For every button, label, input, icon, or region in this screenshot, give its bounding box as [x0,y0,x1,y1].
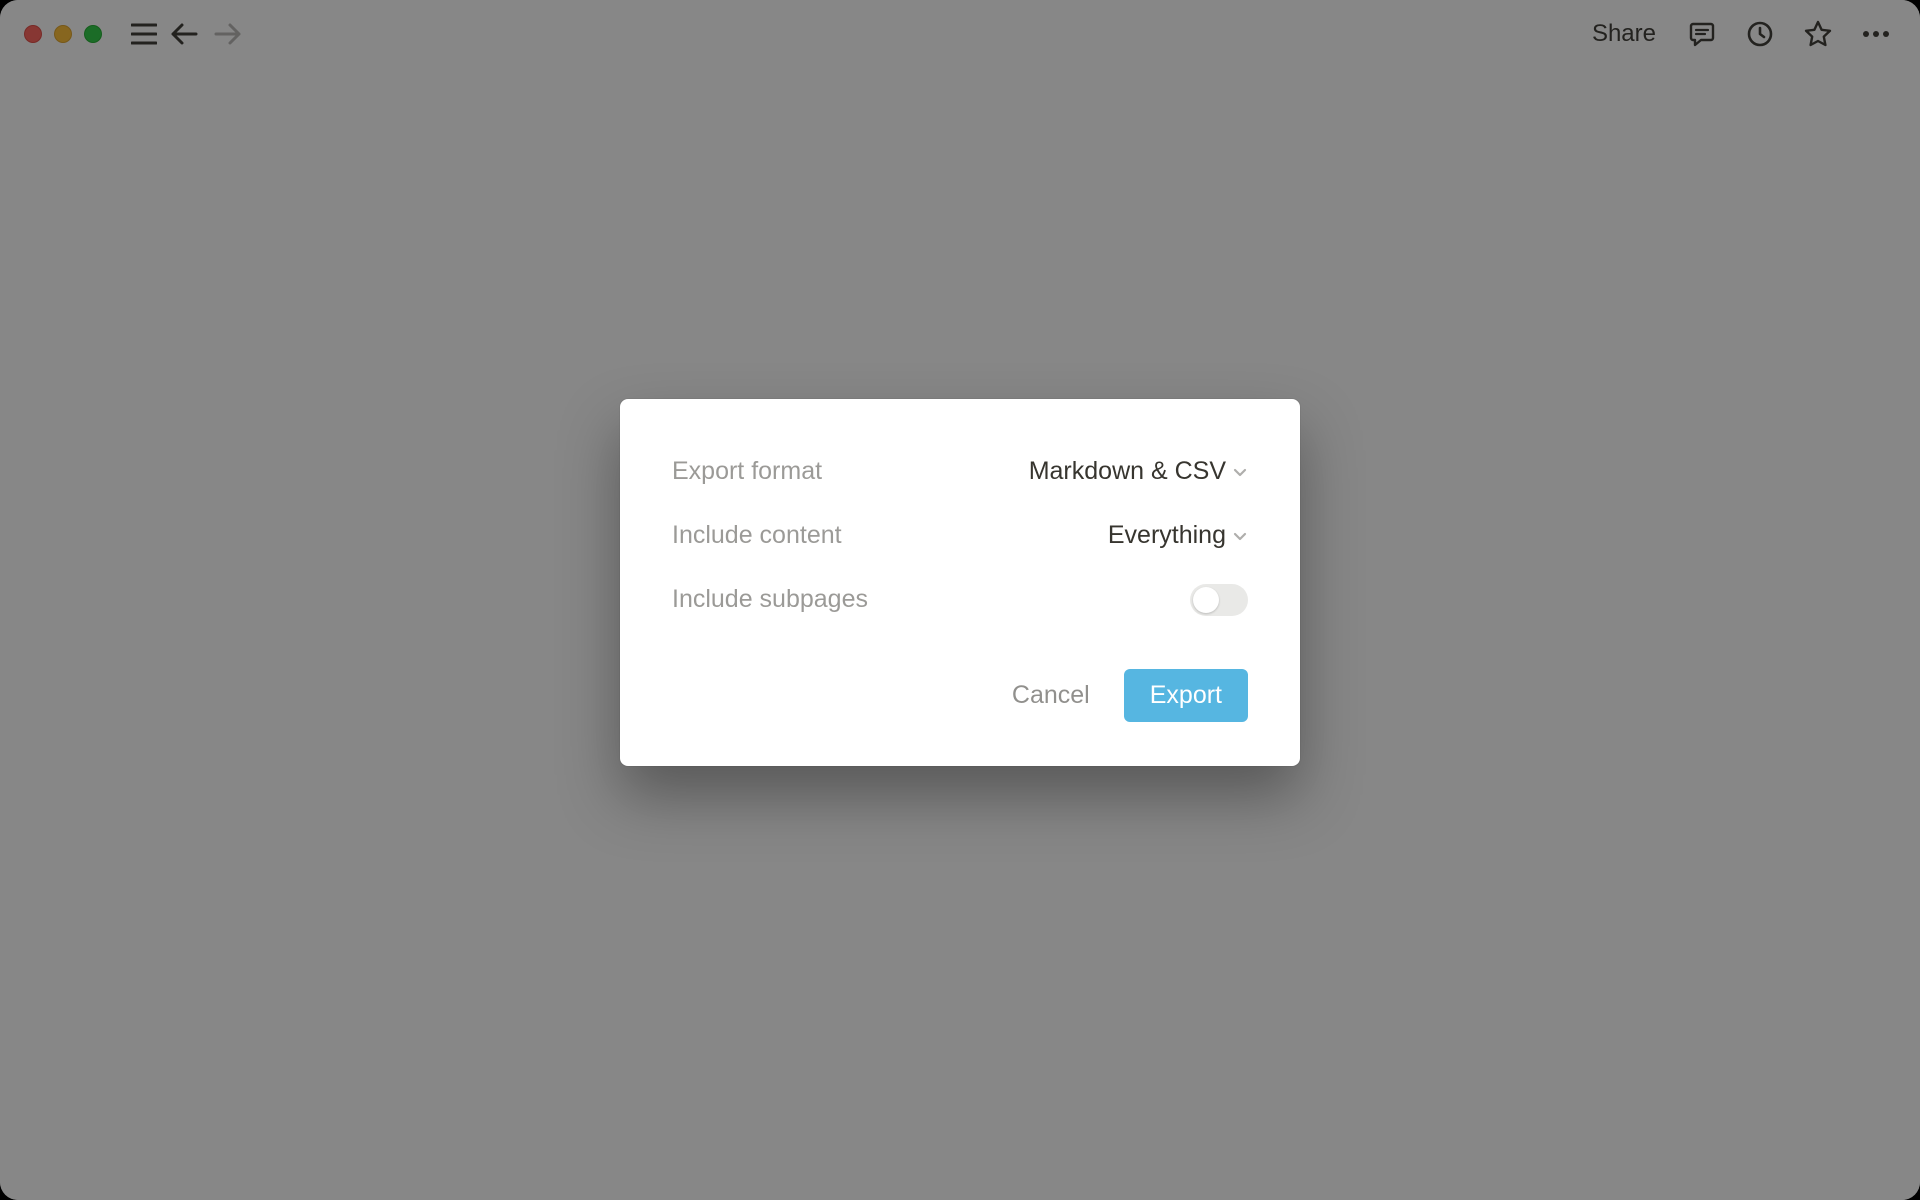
export-button[interactable]: Export [1124,669,1248,722]
include-subpages-label: Include subpages [672,585,868,614]
chevron-down-icon [1232,528,1248,544]
dialog-footer: Cancel Export [672,669,1248,722]
modal-overlay[interactable]: Export format Markdown & CSV Include con… [0,0,1920,1200]
export-label: Export [1150,681,1222,709]
export-format-value: Markdown & CSV [1029,457,1226,486]
include-content-label: Include content [672,521,842,550]
include-content-select[interactable]: Everything [1108,521,1248,550]
toggle-knob [1193,587,1219,613]
export-format-row: Export format Markdown & CSV [672,455,1248,489]
cancel-label: Cancel [1012,681,1090,709]
app-window: Share [0,0,1920,1200]
cancel-button[interactable]: Cancel [1006,673,1096,718]
export-format-select[interactable]: Markdown & CSV [1029,457,1248,486]
chevron-down-icon [1232,464,1248,480]
include-content-row: Include content Everything [672,519,1248,553]
include-subpages-row: Include subpages [672,583,1248,617]
export-format-label: Export format [672,457,822,486]
include-content-value: Everything [1108,521,1226,550]
include-subpages-toggle[interactable] [1190,584,1248,616]
export-dialog: Export format Markdown & CSV Include con… [620,399,1300,766]
